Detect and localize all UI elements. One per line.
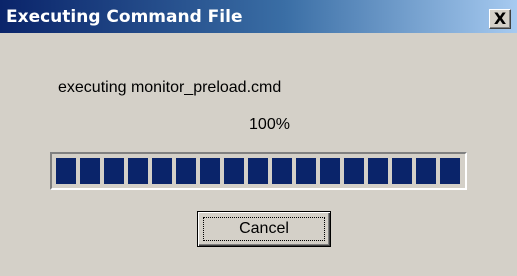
title-bar[interactable]: Executing Command File X [0, 0, 517, 33]
progress-track [56, 158, 461, 184]
progress-fill [56, 158, 461, 184]
dialog-window: Executing Command File X executing monit… [0, 0, 517, 276]
cancel-button[interactable]: Cancel [197, 211, 331, 247]
window-title: Executing Command File [6, 7, 243, 27]
progress-percent: 100% [249, 116, 290, 133]
progress-bar [50, 152, 467, 190]
close-icon: X [493, 9, 507, 28]
status-message: executing monitor_preload.cmd [58, 79, 282, 96]
cancel-button-label: Cancel [239, 220, 289, 237]
close-button[interactable]: X [489, 9, 511, 29]
